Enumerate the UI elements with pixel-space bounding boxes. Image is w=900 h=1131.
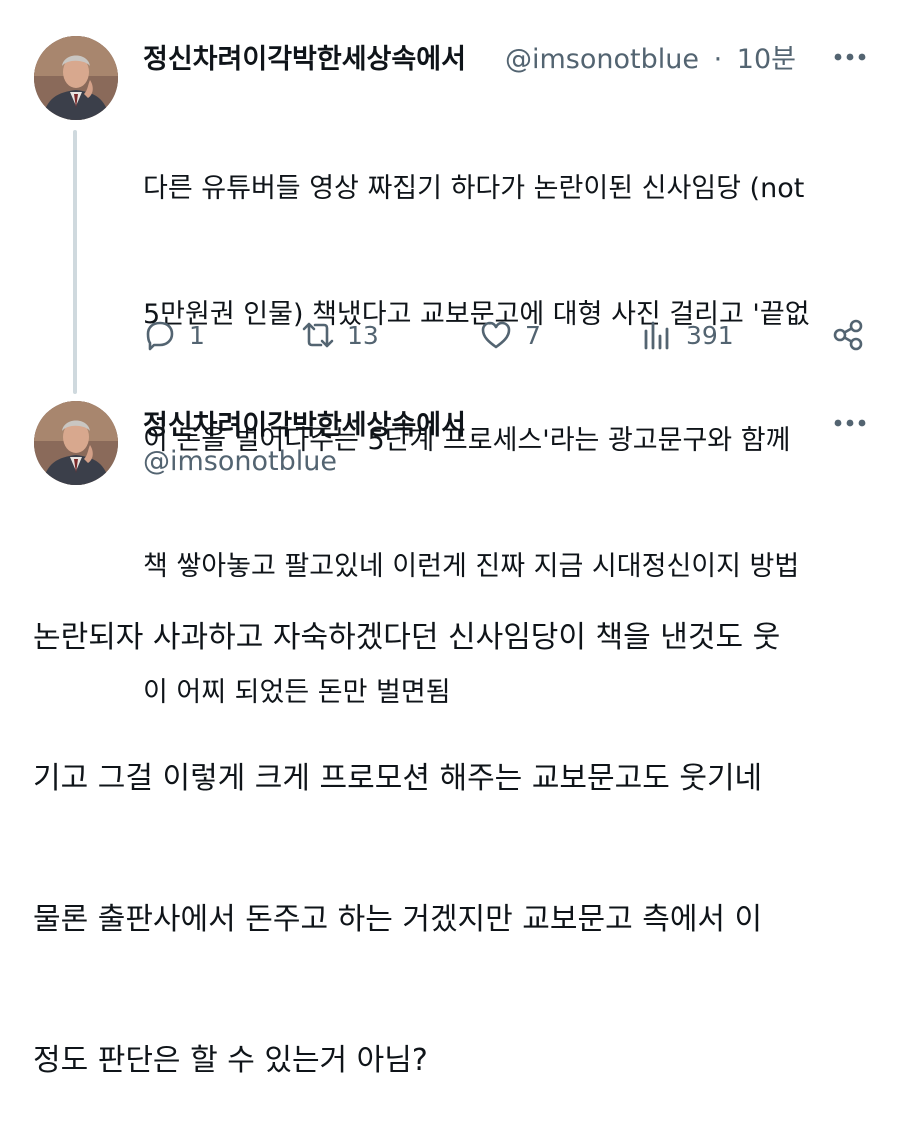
tweet-actions: 1 13 7 391 — [143, 312, 873, 358]
avatar-photo — [34, 36, 118, 120]
meta-separator: · — [713, 44, 723, 75]
avatar-photo — [34, 401, 118, 485]
reply-text-line: 기고 그걸 이렇게 크게 프로모션 해주는 교보문고도 웃기네 — [33, 761, 763, 796]
handle[interactable]: @imsonotblue — [505, 44, 699, 75]
views-button[interactable]: 391 — [640, 312, 734, 358]
retweet-icon — [301, 318, 335, 352]
retweet-button[interactable]: 13 — [301, 312, 379, 358]
views-icon — [640, 318, 674, 352]
more-icon[interactable] — [830, 42, 870, 72]
reply-text-line: 논란되자 사과하고 자숙하겠다던 신사임당이 책을 낸것도 웃 — [33, 620, 781, 655]
like-button[interactable]: 7 — [479, 312, 541, 358]
reply-button[interactable]: 1 — [143, 312, 205, 358]
tweet-text-line: 다른 유튜버들 영상 짜집기 하다가 논란이된 신사임당 (not — [143, 173, 805, 204]
thread-line — [73, 130, 77, 394]
display-name[interactable]: 정신차려이각박한세상속에서 — [143, 403, 466, 442]
tweet-meta: @imsonotblue · 10분 — [505, 37, 796, 76]
handle[interactable]: @imsonotblue — [143, 446, 337, 477]
display-name[interactable]: 정신차려이각박한세상속에서 — [143, 37, 466, 76]
share-button[interactable] — [831, 312, 865, 358]
like-icon — [479, 318, 513, 352]
avatar[interactable] — [34, 36, 118, 120]
like-count: 7 — [525, 320, 541, 350]
more-icon[interactable] — [830, 408, 870, 438]
reply-icon — [143, 318, 177, 352]
reply-count: 1 — [189, 320, 205, 350]
avatar[interactable] — [34, 401, 118, 485]
reply-tweet-text: 논란되자 사과하고 자숙하겠다던 신사임당이 책을 낸것도 웃 기고 그걸 이렇… — [33, 520, 878, 1131]
timestamp[interactable]: 10분 — [737, 44, 796, 75]
retweet-count: 13 — [347, 320, 379, 350]
reply-text-line: 정도 판단은 할 수 있는거 아님? — [33, 1043, 428, 1078]
reply-text-line: 물론 출판사에서 돈주고 하는 거겠지만 교보문고 측에서 이 — [33, 902, 763, 937]
views-count: 391 — [686, 320, 734, 350]
share-icon — [831, 318, 865, 352]
